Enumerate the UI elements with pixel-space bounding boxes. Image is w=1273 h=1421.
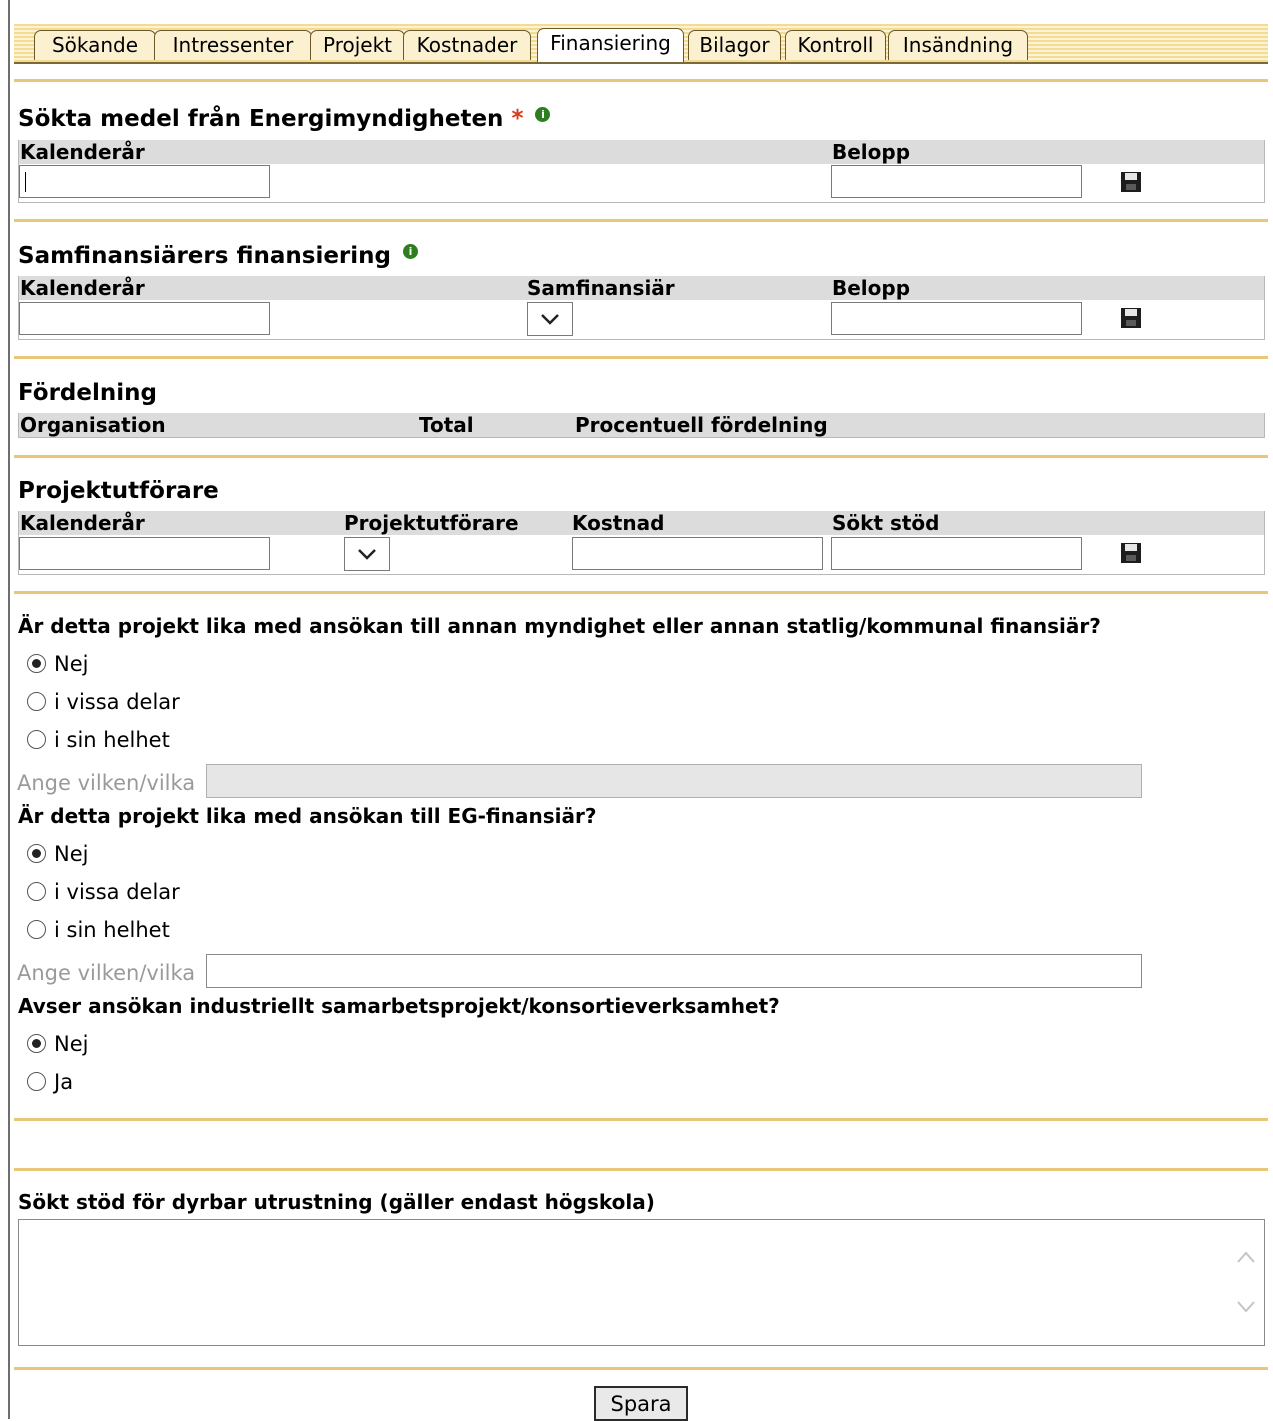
tab-bar: Sökande Intressenter Projekt Kostnader F… [14,24,1268,64]
info-icon[interactable]: i [535,107,551,122]
specify-label: Ange vilken/vilka [17,961,196,985]
tab-kontroll[interactable]: Kontroll [785,30,886,60]
col-header-belopp: Belopp [832,276,911,300]
divider [14,1118,1268,1121]
tab-intressenter[interactable]: Intressenter [154,30,312,60]
divider [14,356,1268,359]
kostnad-input[interactable] [572,537,823,570]
radio-button[interactable] [27,844,46,863]
specify-label: Ange vilken/vilka [17,771,196,795]
question-annan-myndighet: Är detta projekt lika med ansökan till a… [18,614,1101,638]
radio-button[interactable] [27,882,46,901]
table-header: Organisation Total Procentuell fördelnin… [19,413,1264,437]
text-cursor [25,172,26,192]
fordelning-table: Organisation Total Procentuell fördelnin… [18,413,1265,438]
radio-button[interactable] [27,692,46,711]
section-title-samfinans: Samfinansiärers finansiering i [18,242,419,270]
belopp-input[interactable] [831,302,1082,335]
radio-button[interactable] [27,1034,46,1053]
divider [14,591,1268,594]
section-title-text: Sökta medel från Energimyndigheten [18,106,504,132]
chevron-down-icon [358,549,376,560]
col-header-sokt-stod: Sökt stöd [832,511,940,535]
samfinans-table: Kalenderår Samfinansiär Belopp [18,276,1265,340]
table-header: Kalenderår Belopp [19,140,1264,164]
divider [14,1168,1268,1171]
col-header-projektutforare: Projektutförare [344,511,519,535]
section-title-fordelning: Fördelning [18,380,157,406]
kalenderar-input[interactable] [19,165,270,198]
belopp-input[interactable] [831,165,1082,198]
projektutforare-select[interactable] [344,537,390,571]
question-eg-finansiar: Är detta projekt lika med ansökan till E… [18,804,597,828]
tab-bilagor[interactable]: Bilagor [688,30,781,60]
radio-label: i vissa delar [54,690,180,714]
tab-kostnader[interactable]: Kostnader [403,30,531,60]
save-icon[interactable] [1121,172,1141,192]
col-header-procentuell: Procentuell fördelning [575,413,828,437]
specify-input[interactable] [206,954,1142,988]
divider [14,219,1268,222]
radio-label: i sin helhet [54,918,170,942]
col-header-kalenderar: Kalenderår [20,276,145,300]
equipment-textarea[interactable] [18,1219,1265,1346]
equipment-label: Sökt stöd för dyrbar utrustning (gäller … [18,1190,655,1214]
divider [14,1367,1268,1370]
radio-button[interactable] [27,654,46,673]
projektutforare-table: Kalenderår Projektutförare Kostnad Sökt … [18,511,1265,575]
col-header-total: Total [419,413,474,437]
radio-label: i vissa delar [54,880,180,904]
radio-label: i sin helhet [54,728,170,752]
section-title-projektutforare: Projektutförare [18,478,219,504]
kalenderar-input[interactable] [19,537,270,570]
question-industriellt-samarbete: Avser ansökan industriellt samarbetsproj… [18,994,780,1018]
sokta-medel-table: Kalenderår Belopp [18,140,1265,203]
save-button[interactable]: Spara [594,1386,688,1421]
col-header-samfinansiar: Samfinansiär [527,276,675,300]
col-header-kalenderar: Kalenderår [20,511,145,535]
radio-label: Nej [54,652,89,676]
radio-button[interactable] [27,1072,46,1091]
sokt-stod-input[interactable] [831,537,1082,570]
scroll-up-icon[interactable] [1236,1250,1256,1264]
chevron-down-icon [541,314,559,325]
radio-label: Ja [54,1070,74,1094]
divider [14,455,1268,458]
tab-projekt[interactable]: Projekt [310,30,405,60]
tab-insandning[interactable]: Insändning [888,30,1028,60]
scroll-down-icon[interactable] [1236,1300,1256,1314]
save-icon[interactable] [1121,543,1141,563]
radio-button[interactable] [27,920,46,939]
tab-sokande[interactable]: Sökande [34,30,156,60]
col-header-kostnad: Kostnad [572,511,665,535]
col-header-kalenderar: Kalenderår [20,140,145,164]
required-marker: * [511,106,524,132]
col-header-organisation: Organisation [20,413,166,437]
table-header: Kalenderår Samfinansiär Belopp [19,276,1264,300]
radio-button[interactable] [27,730,46,749]
samfinansiar-select[interactable] [527,302,573,336]
section-title-sokta-medel: Sökta medel från Energimyndigheten * i [18,105,551,133]
radio-label: Nej [54,1032,89,1056]
divider [14,79,1268,82]
tab-finansiering[interactable]: Finansiering [537,28,684,62]
kalenderar-input[interactable] [19,302,270,335]
info-icon[interactable]: i [403,244,419,259]
section-title-text: Samfinansiärers finansiering [18,243,391,269]
save-icon[interactable] [1121,308,1141,328]
table-header: Kalenderår Projektutförare Kostnad Sökt … [19,511,1264,535]
page-left-border [8,0,10,1419]
radio-label: Nej [54,842,89,866]
col-header-belopp: Belopp [832,140,911,164]
specify-input-disabled [206,764,1142,798]
